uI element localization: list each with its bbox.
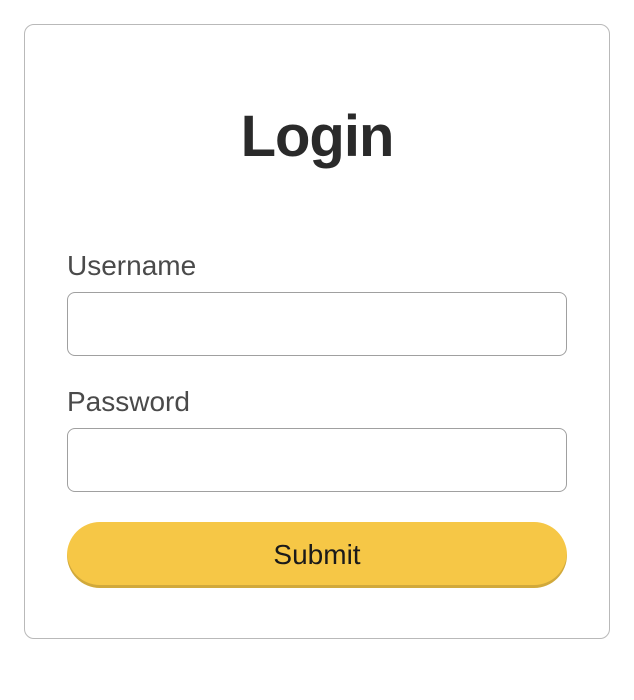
page-title: Login [67, 103, 567, 170]
login-card: Login Username Password Submit [24, 24, 610, 639]
password-label: Password [67, 386, 567, 418]
username-input[interactable] [67, 292, 567, 356]
password-input[interactable] [67, 428, 567, 492]
submit-button[interactable]: Submit [67, 522, 567, 588]
username-field: Username [67, 250, 567, 356]
password-field: Password [67, 386, 567, 492]
username-label: Username [67, 250, 567, 282]
